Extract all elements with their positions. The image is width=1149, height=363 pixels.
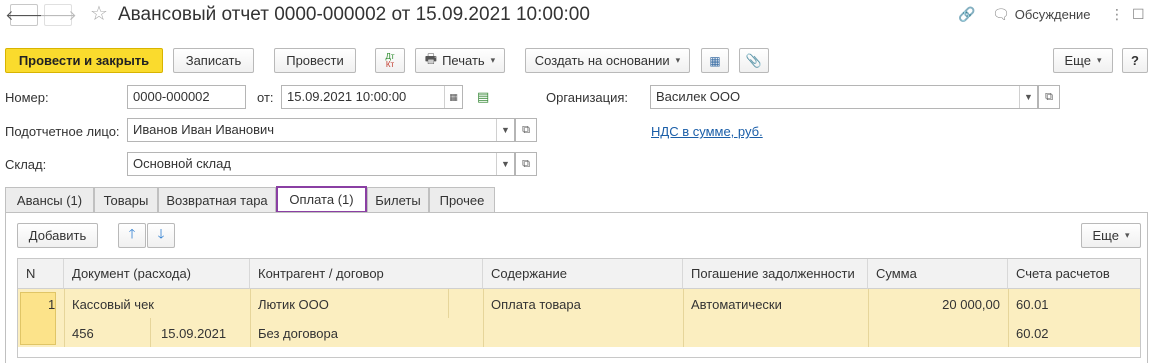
column-header-accounts[interactable]: Счета расчетов — [1008, 259, 1140, 289]
document-date[interactable]: 15.09.2021 — [161, 326, 226, 341]
content[interactable]: Оплата товара — [491, 297, 581, 312]
print-label: Печать — [442, 53, 485, 68]
more-vertical-icon[interactable]: ⋮ — [1110, 6, 1124, 23]
divider — [448, 289, 449, 318]
account-1[interactable]: 60.01 — [1016, 297, 1049, 312]
number-field[interactable]: 0000-000002 — [127, 85, 246, 109]
structure-icon[interactable]: ▦ — [701, 48, 729, 73]
document-type[interactable]: Кассовый чек — [72, 297, 154, 312]
post-status-icon: ▤ — [477, 89, 490, 104]
number-label: Номер: — [5, 90, 49, 105]
move-up-button[interactable]: 🡑 — [118, 223, 146, 248]
amount[interactable]: 20 000,00 — [876, 297, 1000, 312]
post-and-close-button[interactable]: Провести и закрыть — [5, 48, 163, 73]
page-title: Авансовый отчет 0000-000002 от 15.09.202… — [118, 4, 590, 25]
vat-link[interactable]: НДС в сумме, руб. — [651, 124, 763, 139]
discussion-button[interactable]: 🗨 Обсуждение — [992, 6, 1091, 23]
row-number: 1 — [48, 297, 56, 312]
arrow-left-icon: 🡐 — [5, 6, 43, 23]
dt-kt-button[interactable]: Дт Кт — [375, 48, 405, 73]
person-label: Подотчетное лицо: — [5, 124, 120, 139]
add-row-button[interactable]: Добавить — [17, 223, 98, 248]
warehouse-dropdown-icon[interactable]: ▼ — [496, 153, 514, 175]
counterparty[interactable]: Лютик ООО — [258, 297, 329, 312]
organization-label: Организация: — [546, 90, 629, 105]
divider — [150, 318, 151, 347]
tab-goods[interactable]: Товары — [94, 187, 158, 213]
person-dropdown-icon[interactable]: ▼ — [496, 119, 514, 141]
date-field[interactable]: 15.09.2021 10:00:00 — [281, 85, 463, 109]
tab-payment[interactable]: Оплата (1) — [276, 186, 367, 213]
attachment-icon[interactable]: 📎 — [739, 48, 769, 73]
kt-label: Кт — [385, 59, 395, 69]
column-header-counterparty[interactable]: Контрагент / договор — [250, 259, 483, 289]
arrow-down-icon: 🡓 — [157, 225, 165, 241]
person-field[interactable]: Иванов Иван Иванович — [127, 118, 515, 142]
forward-button[interactable]: 🡒 — [39, 4, 77, 26]
warehouse-field[interactable]: Основной склад — [127, 152, 515, 176]
date-label: от: — [257, 90, 274, 105]
document-number[interactable]: 456 — [72, 326, 94, 341]
tab-returnable-packaging[interactable]: Возвратная тара — [158, 187, 276, 213]
maximize-icon[interactable]: ☐ — [1132, 6, 1145, 23]
organization-field[interactable]: Василек ООО — [650, 85, 1038, 109]
date-value: 15.09.2021 10:00:00 — [287, 89, 407, 104]
save-button[interactable]: Записать — [173, 48, 254, 73]
payment-table: N Документ (расхода) Контрагент / догово… — [17, 258, 1141, 358]
help-button[interactable]: ? — [1122, 48, 1148, 73]
tab-other[interactable]: Прочее — [429, 187, 495, 213]
account-2[interactable]: 60.02 — [1016, 326, 1049, 341]
discussion-label: Обсуждение — [1014, 7, 1091, 22]
chat-icon: 🗨 — [992, 6, 1010, 22]
print-button[interactable]: 🖶 Печать — [415, 48, 505, 73]
column-header-content[interactable]: Содержание — [483, 259, 683, 289]
organization-dropdown-icon[interactable]: ▼ — [1019, 86, 1037, 108]
divider — [250, 289, 251, 347]
divider — [483, 289, 484, 347]
column-header-document[interactable]: Документ (расхода) — [64, 259, 250, 289]
divider — [683, 289, 684, 347]
table-more-button[interactable]: Еще — [1081, 223, 1141, 248]
create-based-on-button[interactable]: Создать на основании — [525, 48, 690, 73]
divider — [868, 289, 869, 347]
contract[interactable]: Без договора — [258, 326, 338, 341]
arrow-up-icon: 🡑 — [128, 225, 136, 241]
more-button[interactable]: Еще — [1053, 48, 1113, 73]
warehouse-open-icon[interactable]: ⧉ — [515, 152, 537, 176]
repayment[interactable]: Автоматически — [691, 297, 782, 312]
warehouse-label: Склад: — [5, 157, 47, 172]
organization-open-icon[interactable]: ⧉ — [1038, 85, 1060, 109]
tab-tickets[interactable]: Билеты — [367, 187, 429, 213]
printer-icon: 🖶 — [424, 50, 438, 66]
divider — [64, 289, 65, 347]
back-button[interactable]: 🡐 — [5, 4, 43, 26]
calendar-icon[interactable]: ▦ — [444, 86, 462, 108]
tab-advances[interactable]: Авансы (1) — [5, 187, 94, 213]
link-icon[interactable]: 🔗 — [958, 6, 975, 23]
post-button[interactable]: Провести — [274, 48, 356, 73]
arrow-right-icon: 🡒 — [39, 6, 77, 23]
column-header-n[interactable]: N — [18, 259, 64, 289]
favorite-star-icon[interactable]: ☆ — [90, 3, 108, 25]
person-open-icon[interactable]: ⧉ — [515, 118, 537, 142]
move-down-button[interactable]: 🡓 — [147, 223, 175, 248]
column-header-repayment[interactable]: Погашение задолженности — [683, 259, 868, 289]
divider — [1008, 289, 1009, 347]
column-header-amount[interactable]: Сумма — [868, 259, 1008, 289]
